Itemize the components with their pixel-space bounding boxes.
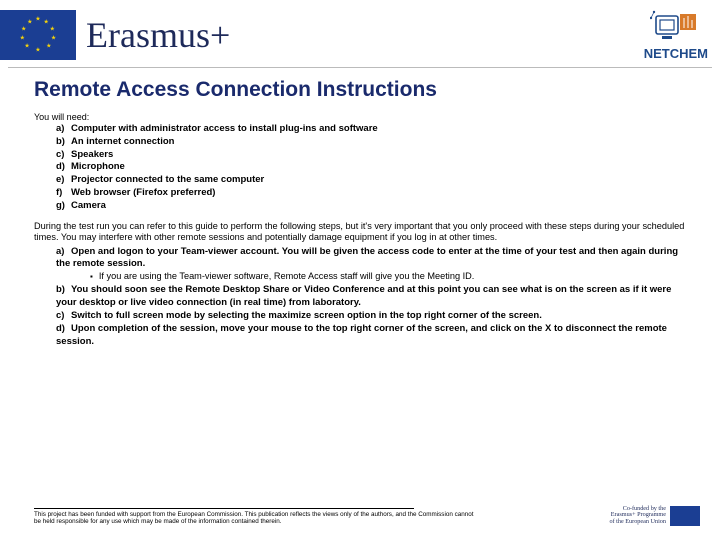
list-item: c)Speakers bbox=[56, 149, 692, 162]
list-item: c)Switch to full screen mode by selectin… bbox=[56, 310, 692, 322]
requirements-list: a)Computer with administrator access to … bbox=[34, 123, 692, 213]
requirements-intro: You will need: bbox=[34, 112, 692, 122]
page-footer: This project has been funded with suppor… bbox=[34, 506, 700, 526]
eu-flag-icon: ★★ ★★ ★★ ★★ ★★ bbox=[0, 10, 76, 60]
header-left: ★★ ★★ ★★ ★★ ★★ Erasmus+ bbox=[0, 10, 230, 60]
page-header: ★★ ★★ ★★ ★★ ★★ Erasmus+ NETC bbox=[0, 0, 720, 65]
footer-divider bbox=[34, 508, 414, 509]
sub-item: If you are using the Team-viewer softwar… bbox=[90, 271, 692, 283]
page-title: Remote Access Connection Instructions bbox=[34, 78, 692, 102]
list-item: d)Upon completion of the session, move y… bbox=[56, 323, 692, 348]
netchem-icon bbox=[650, 8, 702, 44]
footer-right: Co-funded by the Erasmus+ Programme of t… bbox=[609, 506, 700, 526]
erasmus-logo-text: Erasmus+ bbox=[86, 14, 230, 56]
netchem-label: NETCHEM bbox=[644, 46, 708, 61]
steps-list: a)Open and logon to your Team-viewer acc… bbox=[34, 246, 692, 348]
list-item: b)An internet connection bbox=[56, 136, 692, 149]
footer-left: This project has been funded with suppor… bbox=[34, 508, 599, 526]
list-item: a)Open and logon to your Team-viewer acc… bbox=[56, 246, 692, 271]
list-item: g)Camera bbox=[56, 200, 692, 213]
list-item: e)Projector connected to the same comput… bbox=[56, 174, 692, 187]
instruction-paragraph: During the test run you can refer to thi… bbox=[34, 221, 692, 244]
sub-list: If you are using the Team-viewer softwar… bbox=[56, 271, 692, 283]
disclaimer-text: This project has been funded with suppor… bbox=[34, 511, 474, 526]
list-item: d)Microphone bbox=[56, 161, 692, 174]
cofunded-text: Co-funded by the Erasmus+ Programme of t… bbox=[609, 506, 666, 526]
eu-flag-small-icon bbox=[670, 506, 700, 526]
list-item: b)You should soon see the Remote Desktop… bbox=[56, 284, 692, 309]
list-item: f)Web browser (Firefox preferred) bbox=[56, 187, 692, 200]
document-body: Remote Access Connection Instructions Yo… bbox=[0, 68, 720, 348]
netchem-logo: NETCHEM bbox=[644, 8, 708, 61]
list-item: a)Computer with administrator access to … bbox=[56, 123, 692, 136]
